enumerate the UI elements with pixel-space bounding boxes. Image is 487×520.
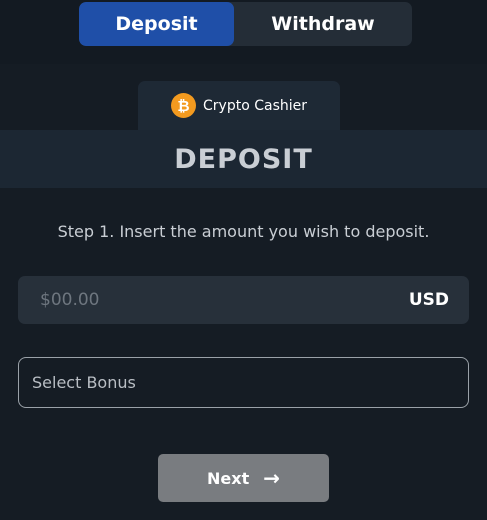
amount-field: USD [18, 276, 469, 324]
tab-withdraw-label: Withdraw [271, 13, 375, 35]
crypto-cashier-tab[interactable]: ₿ Crypto Cashier [138, 81, 340, 130]
page-title: DEPOSIT [174, 143, 313, 175]
select-bonus-label: Select Bonus [32, 373, 136, 392]
deposit-withdraw-tabs: Deposit Withdraw [79, 2, 412, 46]
select-bonus-dropdown[interactable]: Select Bonus [18, 357, 469, 408]
tab-deposit[interactable]: Deposit [79, 2, 234, 46]
next-button[interactable]: Next → [158, 454, 329, 502]
tab-deposit-label: Deposit [115, 13, 198, 35]
tab-withdraw[interactable]: Withdraw [234, 2, 412, 46]
bitcoin-icon: ₿ [171, 93, 196, 118]
amount-input[interactable] [40, 290, 340, 310]
deposit-page: Deposit Withdraw ₿ Crypto Cashier DEPOSI… [0, 0, 487, 520]
step-instruction: Step 1. Insert the amount you wish to de… [57, 222, 430, 241]
crypto-cashier-label: Crypto Cashier [203, 97, 307, 114]
arrow-right-icon: → [263, 466, 280, 490]
deposit-banner: DEPOSIT [0, 130, 487, 188]
next-button-label: Next [207, 468, 250, 488]
currency-label: USD [408, 290, 449, 310]
